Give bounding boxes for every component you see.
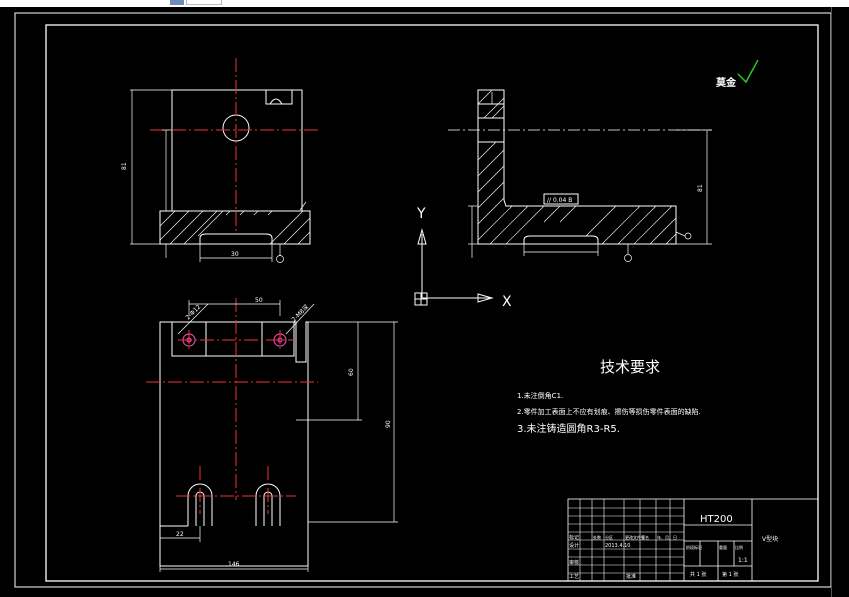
drawing-canvas[interactable]: 81 30 // 0.04 B 81 Y X 2-Φ12 2-M8深 50 60… (0, 7, 831, 597)
stage-label: 阶段标记 (686, 544, 702, 550)
sheet-no-label: 第 1 张 (722, 571, 738, 578)
top-toolbar-strip (0, 0, 849, 7)
signature-text: 莫金 (715, 76, 737, 89)
axis-x-label: X (502, 294, 512, 310)
approve-label: 批准 (626, 573, 636, 580)
side-view (477, 89, 677, 245)
sheets-label: 共 1 张 (690, 571, 706, 578)
toolbar-icon[interactable] (170, 0, 184, 5)
front-slot-dim: 30 (231, 251, 239, 258)
scale-label: 1:1 (738, 557, 748, 564)
ratio-label: 比例 (735, 544, 743, 550)
front-view (159, 89, 311, 245)
col-sign-label: 签名 (641, 534, 649, 540)
front-view-dims (130, 89, 307, 263)
tech-note-2: 2.零件加工表面上不应有划痕、擦伤等损伤零件表面的缺陷. (517, 407, 701, 416)
outer-frame (14, 12, 831, 588)
col-date-label: 年、月、日 (657, 534, 677, 540)
date-label: 2013.4.10 (605, 543, 630, 549)
plan-hole-right-label: 2-M8深 (290, 303, 310, 323)
tech-note-1: 1.未注倒角C1. (517, 391, 563, 400)
tech-title: 技术要求 (600, 358, 660, 376)
toolbar-field[interactable] (186, 0, 222, 5)
part-name-label: V型块 (762, 535, 778, 543)
plan-width-dim: 146 (228, 561, 240, 568)
plan-height-dim: 90 (385, 420, 392, 428)
side-height-dim: 81 (697, 184, 704, 192)
axis-y-label: Y (416, 206, 426, 222)
checkmark-icon (737, 59, 759, 84)
ucs-axis-icon (414, 228, 494, 306)
front-view-centerlines (150, 58, 318, 232)
inner-frame (45, 24, 819, 582)
vertical-scrollbar[interactable] (831, 7, 849, 597)
plan-view (159, 321, 309, 567)
row-label-mark: 标记 (569, 534, 579, 541)
plan-dims (159, 300, 398, 572)
plan-spacing-dim: 50 (255, 297, 263, 304)
material-label: HT200 (700, 514, 733, 525)
tech-note-3: 3.未注铸造圆角R3-R5. (517, 422, 620, 435)
row-label-review: 审核 (569, 559, 579, 566)
plan-bottom-dim: 22 (176, 531, 184, 538)
col-count-label: 处数 (593, 534, 601, 540)
row-label-process: 工艺 (569, 574, 579, 580)
plan-mid-dim: 60 (348, 368, 355, 376)
front-height-dim: 81 (121, 162, 128, 170)
col-zone-label: 分区 (605, 534, 613, 540)
weight-label: 重量 (719, 544, 727, 550)
row-label-design: 设计 (569, 542, 579, 549)
tolerance-frame: // 0.04 B (547, 197, 572, 204)
title-block (567, 498, 819, 582)
